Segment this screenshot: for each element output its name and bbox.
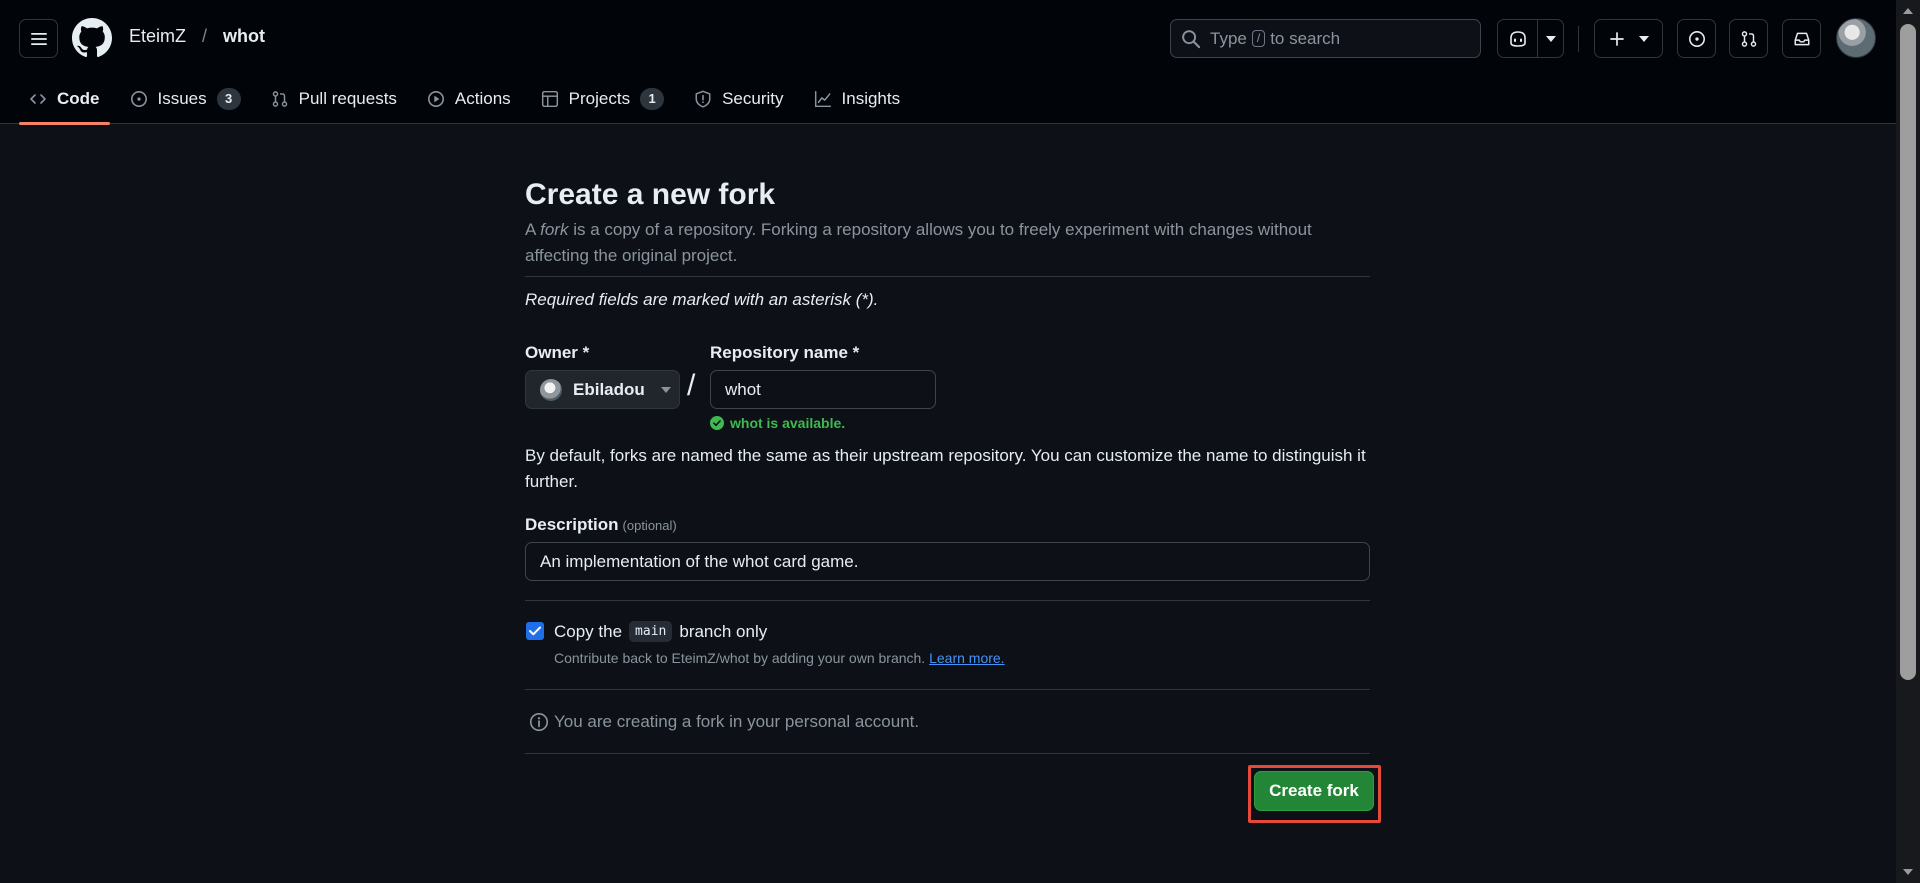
subtitle-emphasis: fork — [540, 220, 569, 239]
contribute-note: Contribute back to EteimZ/whot by adding… — [554, 650, 1005, 666]
tab-label: Projects — [568, 89, 631, 108]
hamburger-icon — [30, 32, 47, 45]
optional-hint: (optional) — [622, 518, 677, 533]
breadcrumb-repo-link[interactable]: whot — [223, 26, 265, 47]
branch-name-code: main — [629, 621, 673, 642]
check-icon — [529, 626, 541, 636]
tab-insights[interactable]: Insights — [804, 81, 911, 117]
scrollbar-thumb[interactable] — [1900, 24, 1916, 680]
play-icon — [427, 91, 444, 107]
copy-pre: Copy the — [554, 621, 623, 641]
divider — [525, 600, 1370, 601]
tab-actions[interactable]: Actions — [417, 81, 521, 117]
contribute-text: Contribute back to EteimZ/whot by adding… — [554, 650, 926, 666]
user-avatar[interactable] — [1836, 18, 1876, 58]
learn-more-link[interactable]: Learn more. — [929, 650, 1004, 666]
code-icon — [30, 94, 46, 104]
plus-icon — [1609, 31, 1624, 46]
owner-avatar — [540, 378, 562, 401]
repo-name-label: Repository name * — [710, 343, 860, 362]
copilot-dropdown-button[interactable] — [1537, 19, 1564, 58]
search-prefix: Type — [1210, 28, 1247, 48]
issue-opened-icon — [130, 91, 147, 107]
issues-count-badge: 3 — [216, 88, 241, 110]
git-pull-request-icon — [272, 91, 287, 107]
copy-main-branch-checkbox[interactable] — [526, 622, 544, 640]
page-title: Create a new fork — [525, 178, 776, 211]
repo-nav-tabs: Code Issues 3 Pull requests Actions Proj… — [19, 78, 920, 125]
create-fork-button[interactable]: Create fork — [1254, 771, 1374, 811]
owner-label: Owner * — [525, 343, 590, 362]
search-input[interactable]: Type / to search — [1170, 19, 1481, 58]
repository-name-input[interactable] — [710, 370, 936, 409]
owner-select[interactable]: Ebiladou — [525, 370, 680, 409]
issue-opened-icon — [1688, 30, 1705, 47]
tab-issues[interactable]: Issues 3 — [120, 81, 251, 117]
search-icon — [1182, 29, 1201, 48]
availability-message: whot is available. — [710, 415, 845, 431]
tab-projects[interactable]: Projects 1 — [531, 81, 674, 117]
search-shortcut-key: / — [1251, 30, 1266, 47]
table-icon — [541, 90, 558, 108]
owner-repo-separator: / — [687, 369, 696, 402]
triangle-down-icon — [1545, 35, 1556, 42]
copilot-button[interactable] — [1497, 19, 1538, 58]
search-suffix: to search — [1270, 28, 1341, 48]
issues-button[interactable] — [1677, 19, 1716, 58]
breadcrumb-separator: / — [202, 26, 208, 46]
tab-code[interactable]: Code — [19, 81, 110, 125]
info-text: You are creating a fork in your personal… — [554, 712, 920, 731]
fork-info-message: You are creating a fork in your personal… — [529, 712, 919, 732]
triangle-down-icon — [660, 386, 671, 393]
triangle-down-icon — [1638, 35, 1649, 42]
create-new-button[interactable] — [1594, 19, 1663, 58]
scroll-down-arrow-icon[interactable] — [1903, 869, 1913, 875]
subtitle-pre: A — [525, 220, 541, 239]
naming-hint: By default, forks are named the same as … — [525, 446, 1366, 491]
divider — [525, 753, 1370, 754]
menu-button[interactable] — [19, 19, 58, 58]
graph-icon — [814, 90, 831, 108]
availability-text: whot is available. — [730, 415, 846, 431]
inbox-icon — [1794, 32, 1809, 45]
copy-post: branch only — [679, 621, 768, 641]
tab-label: Code — [57, 89, 100, 108]
description-label: Description (optional) — [525, 515, 677, 535]
app-header: EteimZ / whot Type / to search Code Issu… — [0, 0, 1896, 125]
description-input[interactable] — [525, 542, 1370, 581]
breadcrumb-owner-link[interactable]: EteimZ — [129, 26, 186, 47]
page-subtitle: A fork is a copy of a repository. Forkin… — [525, 217, 1370, 269]
inbox-button[interactable] — [1782, 19, 1821, 58]
check-circle-icon — [710, 416, 724, 430]
tab-label: Actions — [454, 89, 511, 108]
description-label-text: Description — [525, 515, 619, 534]
top-bar: EteimZ / whot Type / to search — [0, 0, 1896, 78]
copy-branch-label: Copy the main branch only — [554, 621, 767, 642]
tab-label: Issues — [157, 89, 207, 108]
tab-security[interactable]: Security — [684, 81, 793, 117]
divider — [525, 689, 1370, 690]
divider — [525, 276, 1370, 277]
projects-count-badge: 1 — [640, 88, 665, 110]
scroll-up-arrow-icon[interactable] — [1903, 8, 1913, 14]
copilot-icon — [1509, 30, 1526, 47]
info-icon — [529, 712, 549, 732]
tab-pull-requests[interactable]: Pull requests — [261, 81, 407, 117]
github-logo-icon[interactable] — [72, 18, 112, 58]
git-pull-request-icon — [1741, 30, 1756, 47]
header-divider — [1578, 26, 1579, 52]
pull-requests-button[interactable] — [1729, 19, 1768, 58]
subtitle-post: is a copy of a repository. Forking a rep… — [525, 220, 1312, 265]
tab-label: Pull requests — [298, 89, 397, 108]
tab-label: Insights — [841, 89, 901, 108]
tab-label: Security — [722, 89, 784, 108]
vertical-scrollbar[interactable] — [1896, 0, 1920, 883]
owner-value: Ebiladou — [573, 379, 645, 399]
required-fields-note: Required fields are marked with an aster… — [525, 290, 879, 309]
shield-icon — [695, 90, 711, 108]
breadcrumb: EteimZ / whot — [129, 26, 265, 47]
